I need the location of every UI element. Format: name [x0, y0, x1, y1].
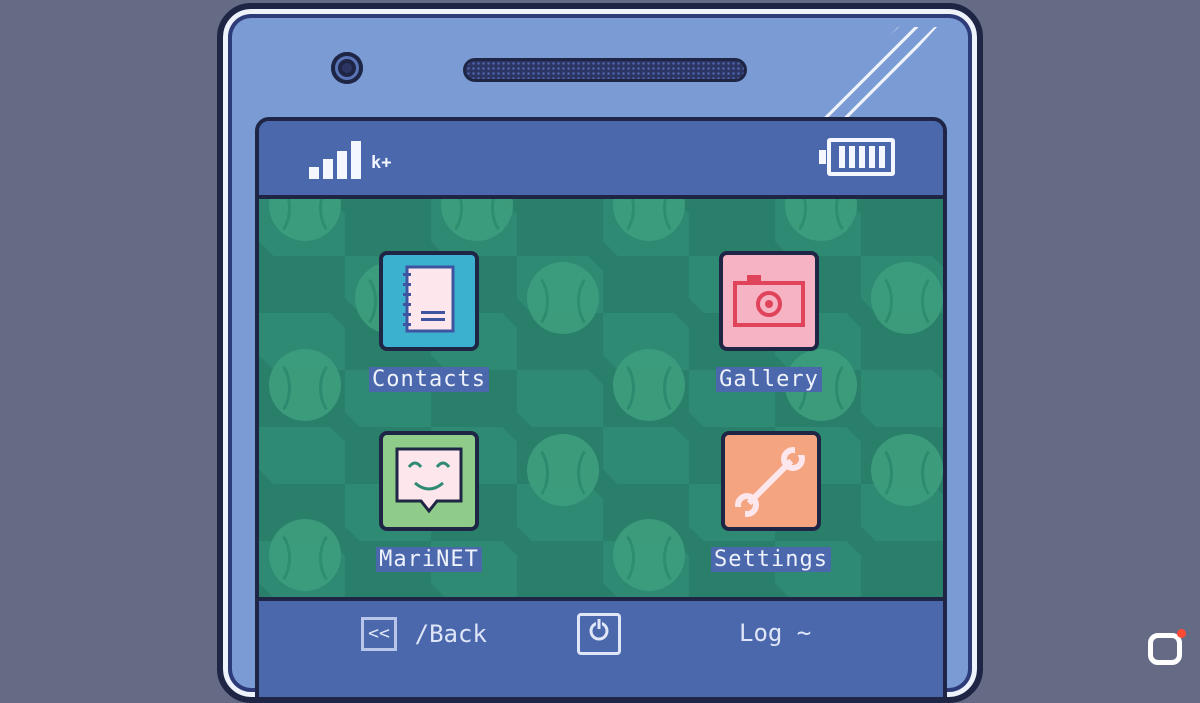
ball-pattern — [613, 349, 685, 421]
ball-pattern — [871, 262, 943, 334]
ball-pattern — [871, 434, 943, 506]
wrench-icon — [721, 431, 821, 531]
screen-glare — [807, 27, 937, 127]
app-marinet[interactable]: MariNET — [359, 431, 509, 597]
phone-screen: k+ Contacts Gallery MariNET Settings << … — [255, 117, 947, 697]
ball-pattern — [269, 199, 341, 241]
app-label: Contacts — [369, 367, 489, 392]
ball-pattern — [613, 199, 685, 241]
power-icon — [589, 619, 609, 641]
ball-pattern — [785, 199, 857, 241]
carrier-label: k+ — [371, 153, 392, 173]
app-settings[interactable]: Settings — [701, 431, 851, 597]
ball-pattern — [269, 349, 341, 421]
power-button[interactable] — [577, 613, 621, 655]
status-bar: k+ — [259, 121, 943, 199]
smiley-chat-icon — [379, 431, 479, 531]
ball-pattern — [613, 519, 685, 591]
site-logo — [1148, 629, 1186, 665]
front-camera — [331, 52, 363, 84]
app-gallery[interactable]: Gallery — [699, 251, 849, 421]
phone-frame: k+ Contacts Gallery MariNET Settings << … — [217, 3, 983, 703]
log-button[interactable]: Log ~ — [739, 619, 811, 647]
earpiece-speaker — [463, 58, 747, 82]
app-label: MariNET — [376, 547, 482, 572]
app-label: Gallery — [716, 367, 822, 392]
back-key-icon: << — [361, 617, 397, 651]
ball-pattern — [441, 199, 513, 241]
back-button[interactable]: << /Back — [361, 617, 487, 657]
battery-icon — [819, 138, 895, 176]
app-contacts[interactable]: Contacts — [359, 251, 509, 421]
ball-pattern — [269, 519, 341, 591]
nav-bar: << /Back Log ~ — [259, 597, 943, 697]
notebook-icon — [379, 251, 479, 351]
ball-pattern — [527, 262, 599, 334]
home-screen: Contacts Gallery MariNET Settings — [259, 199, 943, 597]
app-label: Settings — [711, 547, 831, 572]
ball-pattern — [527, 434, 599, 506]
camera-icon — [719, 251, 819, 351]
back-label: /Back — [414, 620, 487, 648]
